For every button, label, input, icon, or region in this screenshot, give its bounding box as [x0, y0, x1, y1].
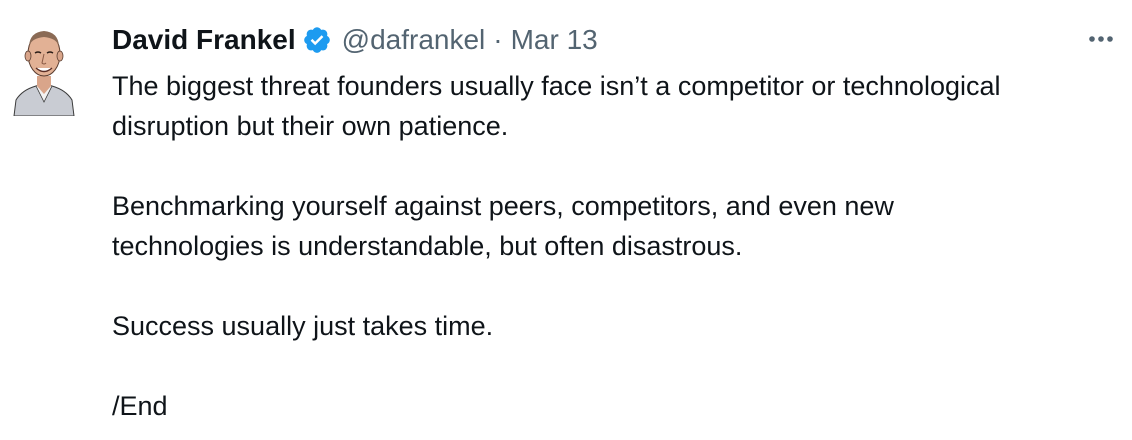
verified-badge-icon: [302, 25, 332, 55]
tweet-date[interactable]: Mar 13: [511, 24, 598, 56]
tweet[interactable]: David Frankel @dafrankel · Mar 13 The bi…: [0, 0, 1132, 440]
tweet-text: The biggest threat founders usually face…: [112, 66, 1122, 426]
tweet-line: technologies is understandable, but ofte…: [112, 231, 743, 261]
author-name[interactable]: David Frankel: [112, 24, 296, 56]
author-handle[interactable]: @dafrankel: [342, 24, 486, 56]
tweet-line: Success usually just takes time.: [112, 311, 494, 341]
tweet-paragraph: /End: [112, 386, 1122, 426]
more-options-button[interactable]: [1084, 22, 1118, 56]
more-horizontal-icon: [1089, 36, 1113, 42]
tweet-line: disruption but their own patience.: [112, 111, 509, 141]
tweet-header: David Frankel @dafrankel · Mar 13: [112, 20, 598, 60]
tweet-line: /End: [112, 391, 168, 421]
tweet-paragraph: Success usually just takes time.: [112, 306, 1122, 346]
author-avatar[interactable]: [12, 22, 76, 116]
tweet-paragraph: The biggest threat founders usually face…: [112, 66, 1122, 146]
tweet-line: The biggest threat founders usually face…: [112, 71, 1001, 101]
tweet-paragraph: Benchmarking yourself against peers, com…: [112, 186, 1122, 266]
avatar-photo-icon: [13, 31, 75, 116]
header-separator: ·: [493, 24, 503, 55]
tweet-line: Benchmarking yourself against peers, com…: [112, 191, 894, 221]
